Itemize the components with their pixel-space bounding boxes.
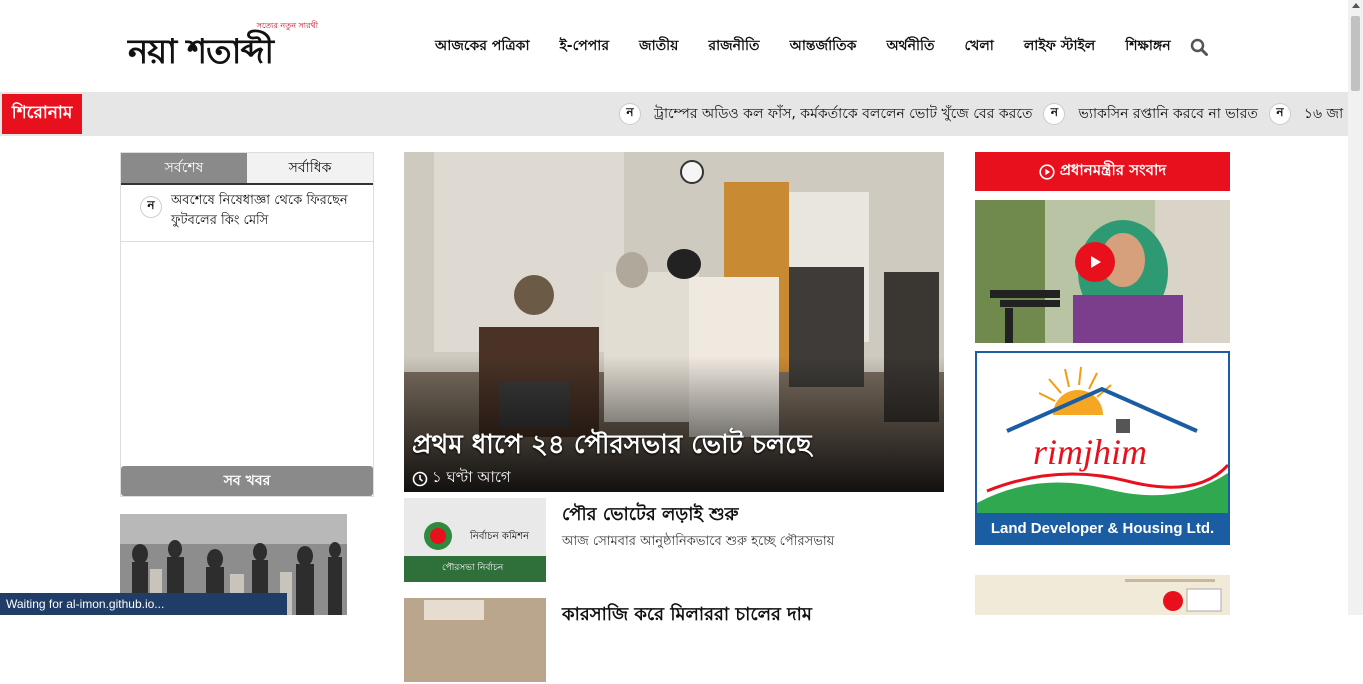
scroll-up-arrow-icon[interactable] bbox=[1352, 3, 1360, 8]
pm-video-thumbnail[interactable] bbox=[975, 200, 1230, 343]
secondary-ad[interactable] bbox=[975, 575, 1230, 615]
page-scrollbar[interactable] bbox=[1348, 0, 1363, 615]
rice-story-image bbox=[404, 598, 546, 682]
browser-status-bar: Waiting for al-imon.github.io... bbox=[0, 593, 287, 615]
list-item-text: অবশেষে নিষেধাজ্ঞা থেকে ফিরছেন ফুটবলের কি… bbox=[171, 193, 348, 228]
latest-news-widget: সর্বশেষ সর্বাধিক ন অবশেষে নিষেধাজ্ঞা থেক… bbox=[120, 152, 374, 497]
nav-item-politics[interactable]: রাজনীতি bbox=[693, 34, 774, 58]
pm-news-label: প্রধানমন্ত্রীর সংবাদ bbox=[1059, 161, 1167, 179]
lead-story[interactable]: প্রথম ধাপে ২৪ পৌরসভার ভোট চলছে ১ ঘণ্টা আ… bbox=[404, 152, 944, 492]
story-thumbnail bbox=[404, 598, 546, 682]
story-thumbnail: নির্বাচন কমিশন পৌরসভা নির্বাচন bbox=[404, 498, 546, 582]
story-item[interactable]: নির্বাচন কমিশন পৌরসভা নির্বাচন পৌর ভোটের… bbox=[404, 498, 944, 584]
play-circle-icon bbox=[1039, 163, 1055, 180]
ticker-item-text: ট্রাম্পের অডিও কল ফাঁস, কর্মকর্তাকে বললে… bbox=[654, 106, 1033, 122]
lead-time-text: ১ ঘণ্টা আগে bbox=[432, 468, 511, 486]
nav-item-education[interactable]: শিক্ষাঙ্গন bbox=[1110, 34, 1185, 58]
rimjhim-ad[interactable]: rimjhim Land Developer & Housing Ltd. bbox=[975, 351, 1230, 545]
nav-item-national[interactable]: জাতীয় bbox=[624, 34, 693, 58]
video-play-button[interactable] bbox=[1075, 242, 1115, 282]
search-icon[interactable] bbox=[1190, 38, 1208, 56]
ticker-item-text: ১৬ জা bbox=[1303, 106, 1344, 122]
ticker-item[interactable]: ন ভ্যাকসিন রপ্তানি করবে না ভারত bbox=[1044, 102, 1258, 126]
pm-news-button[interactable]: প্রধানমন্ত্রীর সংবাদ bbox=[975, 152, 1230, 191]
secondary-ad-image bbox=[975, 575, 1230, 615]
nav-item-lifestyle[interactable]: লাইফ স্টাইল bbox=[1009, 34, 1110, 58]
all-news-button[interactable]: সব খবর bbox=[121, 466, 373, 496]
thumb-subtitle: পৌরসভা নির্বাচন bbox=[442, 562, 504, 573]
news-badge-icon: ন bbox=[1044, 104, 1065, 124]
lead-timestamp: ১ ঘণ্টা আগে bbox=[412, 466, 511, 491]
site-logo[interactable]: সত্যের নতুন সারথী নয়া শতাব্দী bbox=[128, 18, 324, 72]
list-item[interactable]: ন অবশেষে নিষেধাজ্ঞা থেকে ফিরছেন ফুটবলের … bbox=[121, 185, 373, 242]
scrollbar-thumb[interactable] bbox=[1351, 16, 1360, 91]
news-tabs: সর্বশেষ সর্বাধিক bbox=[121, 153, 373, 185]
news-badge-icon: ন bbox=[1269, 104, 1290, 124]
ad-brand-name: rimjhim bbox=[1033, 432, 1148, 472]
ticker-label: শিরোনাম bbox=[2, 94, 82, 134]
headline-ticker: শিরোনাম ন ট্রাম্পের অডিও কল ফাঁস, কর্মকর… bbox=[0, 92, 1348, 136]
story-item[interactable]: কারসাজি করে মিলাররা চালের দাম bbox=[404, 598, 944, 684]
site-header: সত্যের নতুন সারথী নয়া শতাব্দী আজকের পত্… bbox=[0, 0, 1348, 92]
story-summary: আজ সোমবার আনুষ্ঠানিকভাবে শুরু হচ্ছে পৌরস… bbox=[562, 534, 835, 549]
nav-item-todays-paper[interactable]: আজকের পত্রিকা bbox=[420, 34, 545, 58]
clock-icon bbox=[412, 471, 428, 486]
nav-item-sports[interactable]: খেলা bbox=[950, 34, 1009, 58]
story-title: কারসাজি করে মিলাররা চালের দাম bbox=[562, 604, 812, 625]
ticker-item-text: ভ্যাকসিন রপ্তানি করবে না ভারত bbox=[1078, 106, 1258, 122]
story-title: পৌর ভোটের লড়াই শুরু bbox=[562, 504, 739, 525]
nav-item-economy[interactable]: অর্থনীতি bbox=[871, 34, 949, 58]
nav-item-epaper[interactable]: ই-পেপার bbox=[545, 34, 625, 58]
logo-text: নয়া শতাব্দী bbox=[128, 32, 274, 72]
ticker-item[interactable]: ন ট্রাম্পের অডিও কল ফাঁস, কর্মকর্তাকে বল… bbox=[620, 102, 1032, 126]
news-badge-icon: ন bbox=[141, 197, 161, 217]
tab-most-read[interactable]: সর্বাধিক bbox=[247, 153, 373, 183]
lead-headline: প্রথম ধাপে ২৪ পৌরসভার ভোট চলছে bbox=[412, 430, 812, 460]
nav-item-international[interactable]: আন্তর্জাতিক bbox=[775, 34, 872, 58]
ad-tagline: Land Developer & Housing Ltd. bbox=[977, 513, 1228, 543]
election-commission-image: নির্বাচন কমিশন পৌরসভা নির্বাচন bbox=[404, 498, 546, 582]
ticker-item[interactable]: ন ১৬ জা bbox=[1269, 102, 1344, 126]
ticker-track: ন ট্রাম্পের অডিও কল ফাঁস, কর্মকর্তাকে বল… bbox=[620, 92, 1348, 136]
play-icon bbox=[1091, 256, 1101, 268]
news-badge-icon: ন bbox=[620, 104, 640, 124]
main-nav: আজকের পত্রিকা ই-পেপার জাতীয় রাজনীতি আন্… bbox=[420, 28, 1186, 64]
tab-latest[interactable]: সর্বশেষ bbox=[121, 153, 247, 183]
thumb-title: নির্বাচন কমিশন bbox=[469, 530, 530, 542]
